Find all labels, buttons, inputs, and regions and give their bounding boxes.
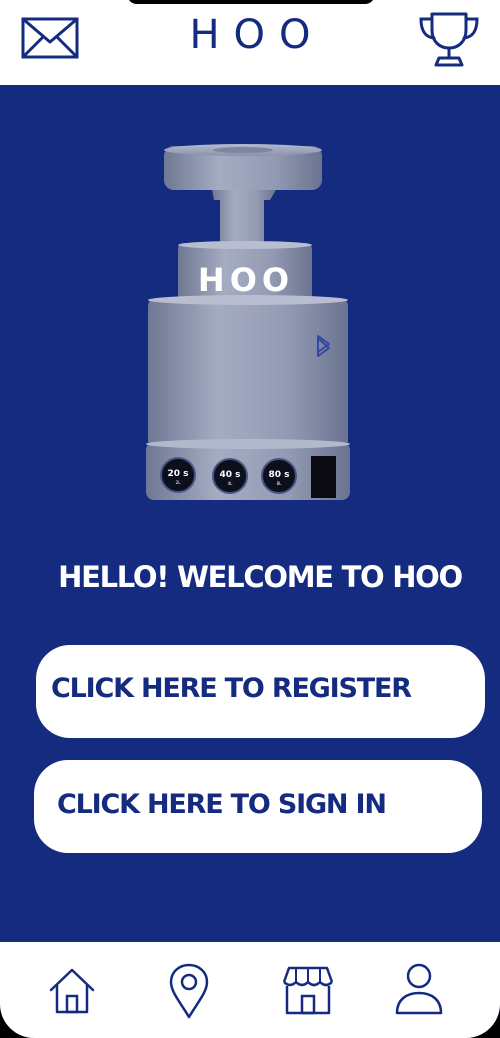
location-pin-icon[interactable] [168, 962, 210, 1020]
device-button-40s: 40 s 4L [212, 458, 248, 494]
svg-text:80 s: 80 s [268, 470, 289, 480]
user-icon[interactable] [394, 962, 444, 1016]
trophy-icon[interactable] [416, 10, 482, 68]
home-icon[interactable] [48, 966, 96, 1016]
welcome-heading: HELLO! WELCOME TO HOO [58, 560, 463, 594]
device-button-80s: 80 s 8L [261, 458, 297, 494]
svg-text:8L: 8L [277, 481, 283, 486]
device-button-20s: 20 s 2L [160, 457, 196, 493]
svg-text:20 s: 20 s [167, 469, 188, 479]
device-display-panel [311, 456, 336, 498]
device-brand-label: HOO [198, 261, 294, 299]
register-button[interactable]: CLICK HERE TO REGISTER [36, 645, 485, 738]
sign-in-button[interactable]: CLICK HERE TO SIGN IN [34, 760, 482, 853]
phone-notch [127, 0, 375, 4]
bottom-navigation [0, 942, 500, 1038]
svg-text:2L: 2L [176, 480, 182, 485]
device-shaft [212, 190, 276, 246]
top-header: HOO [0, 0, 500, 85]
svg-text:4L: 4L [228, 481, 234, 486]
device-main-body [148, 298, 348, 448]
store-icon[interactable] [280, 964, 336, 1016]
app-screen: HOO HOO 20 s 2L 40 s 4L 80 s 8L HELLO! W… [0, 0, 500, 1038]
hoo-device-image: HOO 20 s 2L 40 s 4L 80 s 8L [146, 144, 350, 500]
svg-text:40 s: 40 s [219, 470, 240, 480]
